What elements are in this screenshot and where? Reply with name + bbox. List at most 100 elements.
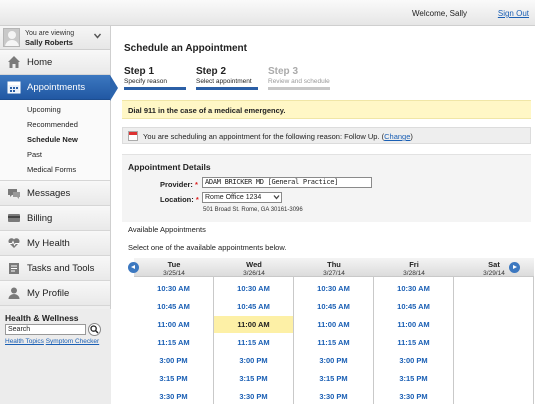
viewing-selector[interactable]: You are viewing Sally Roberts xyxy=(0,26,110,50)
step-bar xyxy=(124,87,186,90)
time-slot[interactable]: 3:15 PM xyxy=(214,370,293,387)
time-slot[interactable]: 3:15 PM xyxy=(374,370,453,387)
subnav-recommended[interactable]: Recommended xyxy=(0,117,110,132)
sign-out-link[interactable]: Sign Out xyxy=(498,9,529,18)
time-slot[interactable]: 10:30 AM xyxy=(294,280,373,297)
required-marker: * xyxy=(195,180,198,189)
time-slot[interactable]: 11:00 AM xyxy=(374,316,453,333)
sidebar-item-home[interactable]: Home xyxy=(0,50,110,75)
subnav-upcoming[interactable]: Upcoming xyxy=(0,102,110,117)
reason-close-paren: ) xyxy=(410,132,413,141)
subnav-medical-forms[interactable]: Medical Forms xyxy=(0,162,110,177)
chevron-down-icon xyxy=(273,193,280,204)
day-name: Wed xyxy=(246,260,262,269)
location-select[interactable]: Rome Office 1234 xyxy=(202,192,282,203)
time-slot[interactable]: 3:30 PM xyxy=(374,388,453,404)
time-slot[interactable]: 3:30 PM xyxy=(134,388,213,404)
provider-label: Provider: * xyxy=(160,180,198,189)
location-value: Rome Office 1234 xyxy=(205,194,262,201)
health-topics-link[interactable]: Health Topics xyxy=(5,338,44,345)
time-slot[interactable]: 3:00 PM xyxy=(374,352,453,369)
provider-label-text: Provider: xyxy=(160,180,193,189)
select-prompt: Select one of the available appointments… xyxy=(128,243,287,252)
health-wellness-title: Health & Wellness xyxy=(5,313,79,323)
time-slot[interactable]: 3:00 PM xyxy=(134,352,213,369)
emergency-text: Dial 911 in the case of a medical emerge… xyxy=(128,106,286,115)
main-content: Schedule an Appointment Step 1 Specify r… xyxy=(118,26,535,404)
avatar xyxy=(3,28,20,47)
time-slot[interactable]: 11:15 AM xyxy=(374,334,453,351)
time-slot[interactable]: 3:00 PM xyxy=(214,352,293,369)
time-slot[interactable]: 11:00 AM xyxy=(294,316,373,333)
step-1: Step 1 Specify reason xyxy=(124,66,188,90)
time-slot[interactable]: 11:15 AM xyxy=(134,334,213,351)
time-slot[interactable]: 11:00 AM xyxy=(214,316,293,333)
day-column: Thu 3/27/14 10:30 AM 10:45 AM 11:00 AM 11:15 … xyxy=(294,258,374,404)
time-slot[interactable]: 10:45 AM xyxy=(294,298,373,315)
day-column: Fri 3/28/14 10:30 AM 10:45 AM 11:00 AM 11:15 … xyxy=(374,258,454,404)
day-date: 3/28/14 xyxy=(403,270,425,277)
viewing-label: You are viewing xyxy=(25,30,75,37)
provider-field[interactable]: ADAM BRICKER MD [General Practice] xyxy=(202,177,372,188)
time-slot[interactable]: 3:15 PM xyxy=(294,370,373,387)
step-indicator: Step 1 Specify reason Step 2 Select appo… xyxy=(124,66,404,90)
sidebar-item-label: Appointments xyxy=(27,82,86,93)
chevron-down-icon[interactable] xyxy=(93,32,102,41)
search-icon[interactable] xyxy=(88,323,101,336)
time-slot[interactable]: 3:15 PM xyxy=(134,370,213,387)
time-slot[interactable]: 3:30 PM xyxy=(214,388,293,404)
appointment-calendar: Tue 3/25/14 10:30 AM 10:45 AM 11:00 AM 11:15 … xyxy=(124,258,534,404)
health-links: Health Topics Symptom Checker xyxy=(5,338,99,345)
sidebar-item-messages[interactable]: Messages xyxy=(0,181,110,206)
day-date: 3/27/14 xyxy=(323,270,345,277)
symptom-checker-link[interactable]: Symptom Checker xyxy=(46,338,99,345)
time-slot[interactable]: 10:30 AM xyxy=(214,280,293,297)
required-marker: * xyxy=(195,195,199,204)
profile-icon xyxy=(7,286,21,300)
sidebar-item-label: My Profile xyxy=(27,288,70,299)
sidebar-item-my-profile[interactable]: My Profile xyxy=(0,281,110,306)
day-column: Wed 3/26/14 10:30 AM 10:45 AM 11:00 AM 11:15 … xyxy=(214,258,294,404)
step-3: Step 3 Review and schedule xyxy=(268,66,332,90)
calendar-icon xyxy=(128,131,138,141)
welcome-text: Welcome, Sally xyxy=(412,9,467,18)
day-header: Thu 3/27/14 xyxy=(294,258,374,277)
step-desc: Select appointment xyxy=(196,78,252,85)
appointment-details: Appointment Details Provider: * ADAM BRI… xyxy=(122,154,531,222)
day-header: Wed 3/26/14 xyxy=(214,258,294,277)
day-header: Tue 3/25/14 xyxy=(134,258,214,277)
sidebar-item-tasks-and-tools[interactable]: Tasks and Tools xyxy=(0,256,110,281)
step-desc: Review and schedule xyxy=(268,78,330,85)
change-reason-link[interactable]: Change xyxy=(384,132,410,141)
time-slot[interactable]: 11:15 AM xyxy=(214,334,293,351)
sidebar-item-label: Billing xyxy=(27,213,53,224)
day-name: Thu xyxy=(327,260,341,269)
appointments-subnav: Upcoming Recommended Schedule New Past M… xyxy=(0,100,110,181)
day-name: Tue xyxy=(167,260,181,269)
sidebar-item-billing[interactable]: Billing xyxy=(0,206,110,231)
time-slot[interactable]: 11:00 AM xyxy=(134,316,213,333)
reason-bar: You are scheduling an appointment for th… xyxy=(122,127,531,144)
heart-icon xyxy=(7,236,21,250)
time-slot[interactable]: 10:30 AM xyxy=(134,280,213,297)
time-slot[interactable]: 10:45 AM xyxy=(214,298,293,315)
sidebar-item-my-health[interactable]: My Health xyxy=(0,231,110,256)
time-slot[interactable]: 11:15 AM xyxy=(294,334,373,351)
reason-text: You are scheduling an appointment for th… xyxy=(143,132,413,141)
time-slot[interactable]: 10:45 AM xyxy=(374,298,453,315)
subnav-past[interactable]: Past xyxy=(0,147,110,162)
day-date: 3/25/14 xyxy=(163,270,185,277)
location-label: Location: * xyxy=(160,195,199,204)
time-slot[interactable]: 10:30 AM xyxy=(374,280,453,297)
subnav-schedule-new[interactable]: Schedule New xyxy=(0,132,110,147)
step-number: Step 3 xyxy=(268,66,299,77)
step-number: Step 2 xyxy=(196,66,227,77)
time-slot[interactable]: 3:30 PM xyxy=(294,388,373,404)
calendar-icon xyxy=(7,80,21,94)
time-slot[interactable]: 10:45 AM xyxy=(134,298,213,315)
time-slot[interactable]: 3:00 PM xyxy=(294,352,373,369)
search-input[interactable]: Search xyxy=(5,324,86,335)
sidebar-item-appointments[interactable]: Appointments xyxy=(0,75,118,101)
next-week-icon[interactable] xyxy=(509,262,520,273)
previous-week-icon[interactable] xyxy=(128,262,139,273)
